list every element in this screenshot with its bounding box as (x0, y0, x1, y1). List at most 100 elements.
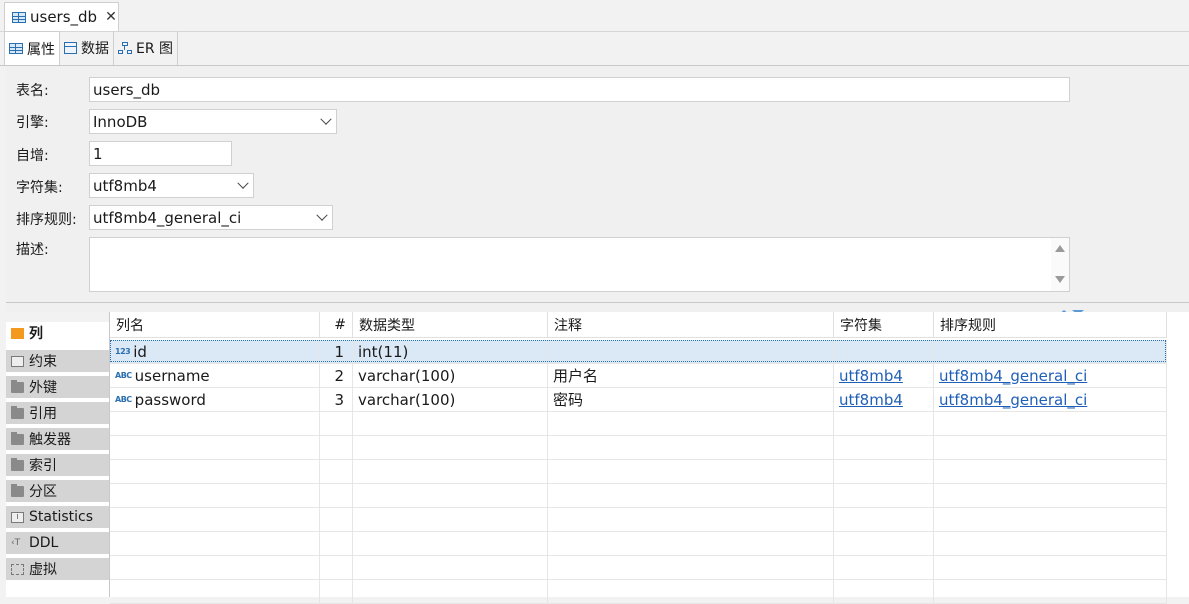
text-type-icon: ABC (115, 395, 132, 404)
text-type-icon: ABC (115, 371, 132, 380)
folder-icon (11, 431, 24, 445)
charset-value: utf8mb4 (93, 176, 157, 195)
tab-data-label: 数据 (81, 41, 109, 57)
description-textarea[interactable] (89, 237, 1070, 292)
sidebar-item-statistics[interactable]: i Statistics (6, 506, 109, 530)
sidebar-item-triggers[interactable]: 触发器 (6, 428, 109, 452)
sidebar-item-virtual[interactable]: 虚拟 (6, 558, 109, 582)
charset-link[interactable]: utf8mb4 (839, 367, 903, 385)
columns-grid: 列名 # 数据类型 注释 字符集 排序规则 123 id 1 int(11) AB… (110, 312, 1189, 604)
engine-label: 引擎: (16, 115, 49, 131)
editor-tabstrip (0, 0, 1189, 32)
column-header-collation[interactable]: 排序规则 (934, 312, 1167, 338)
ddl-icon: ‹T (11, 537, 21, 548)
sidebar-item-label: 触发器 (29, 432, 71, 448)
constraint-icon (11, 355, 24, 367)
column-icon (11, 327, 24, 339)
tab-data[interactable]: 数据 (60, 31, 114, 65)
table-name-field[interactable]: users_db (89, 77, 1070, 102)
collation-select[interactable]: utf8mb4_general_ci (89, 205, 333, 230)
column-name-cell: username (134, 366, 210, 385)
column-comment-cell: 用户名 (548, 364, 834, 388)
sidebar-item-label: 列 (29, 326, 43, 342)
table-icon (12, 11, 26, 23)
folder-icon (11, 483, 24, 497)
close-icon[interactable]: ✕ (105, 9, 117, 25)
sidebar-item-label: 外键 (29, 380, 57, 396)
table-icon (9, 43, 23, 54)
sidebar-item-foreign-keys[interactable]: 外键 (6, 376, 109, 400)
auto-increment-label: 自增: (16, 148, 49, 164)
scroll-down-icon[interactable] (1055, 276, 1065, 283)
collation-value: utf8mb4_general_ci (93, 208, 242, 227)
sidebar-item-indexes[interactable]: 索引 (6, 454, 109, 478)
document-tab-label: users_db (30, 8, 98, 26)
sidebar-item-label: 虚拟 (29, 562, 57, 578)
auto-increment-value: 1 (93, 144, 103, 163)
sidebar-item-label: 约束 (29, 354, 57, 370)
tab-properties[interactable]: 属性 (4, 31, 60, 65)
collation-link[interactable]: utf8mb4_general_ci (939, 367, 1087, 385)
numeric-type-icon: 123 (115, 347, 131, 356)
sidebar-item-constraints[interactable]: 约束 (6, 350, 109, 374)
column-name-cell: id (133, 342, 147, 361)
engine-value: InnoDB (93, 112, 148, 131)
table-sections-sidebar: 列 约束 外键 引用 触发器 索引 分区 i Statistics ‹T DDL… (6, 322, 109, 597)
chevron-down-icon (320, 113, 332, 125)
column-name-cell: password (134, 390, 206, 409)
charset-link[interactable]: utf8mb4 (839, 391, 903, 409)
sidebar-item-label: Statistics (29, 509, 93, 525)
tab-properties-label: 属性 (27, 41, 55, 58)
chevron-down-icon (237, 177, 249, 189)
table-name-label: 表名: (16, 83, 49, 99)
description-label: 描述: (16, 242, 49, 258)
sidebar-item-label: 分区 (29, 484, 57, 500)
column-collation-cell (934, 340, 1167, 364)
sidebar-item-label: DDL (29, 535, 59, 551)
table-row[interactable]: ABC username 2 varchar(100) 用户名 utf8mb4 u… (110, 364, 1167, 388)
folder-icon (11, 457, 24, 471)
collation-label: 排序规则: (16, 212, 77, 228)
engine-select[interactable]: InnoDB (89, 109, 337, 134)
column-number-cell: 2 (320, 364, 353, 388)
column-number-cell: 1 (320, 340, 353, 364)
column-header-name[interactable]: 列名 (110, 312, 320, 338)
table-name-value: users_db (93, 80, 161, 99)
column-datatype-cell: varchar(100) (353, 388, 548, 412)
sidebar-item-columns[interactable]: 列 (6, 322, 109, 346)
folder-icon (11, 405, 24, 419)
chevron-down-icon (316, 209, 328, 221)
virtual-icon (11, 563, 24, 575)
info-icon: i (11, 511, 24, 523)
column-comment-cell: 密码 (548, 388, 834, 412)
column-header-datatype[interactable]: 数据类型 (353, 312, 548, 338)
description-scrollbar[interactable] (1051, 238, 1069, 291)
table-row[interactable]: ABC password 3 varchar(100) 密码 utf8mb4 ut… (110, 388, 1167, 412)
collation-link[interactable]: utf8mb4_general_ci (939, 391, 1087, 409)
column-number-cell: 3 (320, 388, 353, 412)
sidebar-item-references[interactable]: 引用 (6, 402, 109, 426)
column-header-number[interactable]: # (320, 312, 353, 338)
auto-increment-field[interactable]: 1 (89, 141, 232, 166)
table-row[interactable]: 123 id 1 int(11) (110, 340, 1167, 364)
sidebar-item-label: 索引 (29, 458, 57, 474)
charset-select[interactable]: utf8mb4 (89, 173, 254, 198)
sidebar-item-label: 引用 (29, 406, 57, 422)
folder-icon (11, 379, 24, 393)
document-tab-users-db[interactable]: users_db ✕ (4, 2, 119, 31)
tab-er-diagram-label: ER 图 (136, 41, 174, 57)
column-datatype-cell: int(11) (353, 340, 548, 364)
data-icon (64, 42, 77, 54)
tab-er-diagram[interactable]: ER 图 (114, 31, 179, 65)
column-header-comment[interactable]: 注释 (548, 312, 834, 338)
editor-subtabs: 属性 数据 ER 图 (4, 31, 179, 65)
panel-splitter[interactable] (6, 302, 1189, 312)
sidebar-item-partitions[interactable]: 分区 (6, 480, 109, 504)
er-diagram-icon (118, 42, 132, 54)
column-datatype-cell: varchar(100) (353, 364, 548, 388)
column-comment-cell (548, 340, 834, 364)
column-header-charset[interactable]: 字符集 (834, 312, 934, 338)
sidebar-item-ddl[interactable]: ‹T DDL (6, 532, 109, 556)
column-charset-cell (834, 340, 934, 364)
scroll-up-icon[interactable] (1055, 245, 1065, 252)
